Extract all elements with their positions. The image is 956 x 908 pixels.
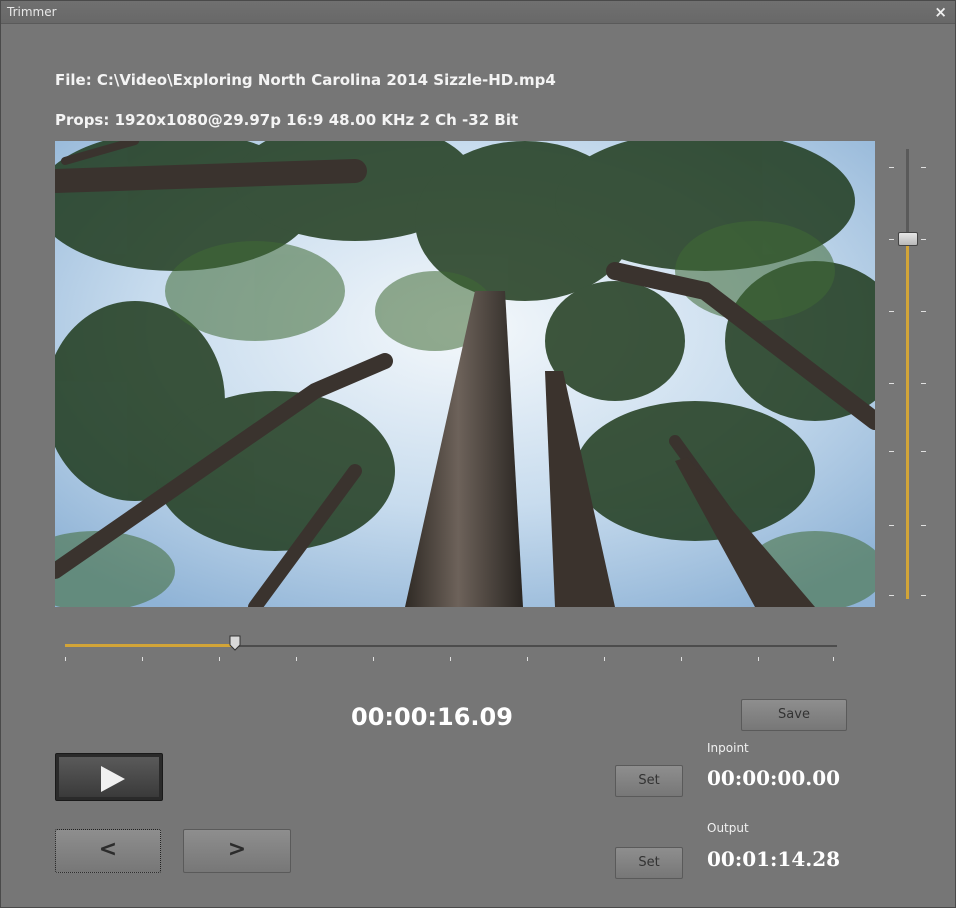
seek-slider-handle[interactable] bbox=[229, 635, 241, 651]
seek-tick bbox=[833, 657, 834, 661]
volume-tick bbox=[889, 595, 894, 596]
volume-tick bbox=[921, 167, 926, 168]
close-icon[interactable]: × bbox=[934, 1, 947, 23]
file-path-text: File: C:\Video\Exploring North Carolina … bbox=[55, 71, 556, 89]
volume-tick bbox=[889, 451, 894, 452]
volume-tick bbox=[921, 595, 926, 596]
seek-tick bbox=[219, 657, 220, 661]
output-timecode: 00:01:14.28 bbox=[707, 847, 841, 871]
trimmer-window: Trimmer × File: C:\Video\Exploring North… bbox=[0, 0, 956, 908]
volume-tick bbox=[889, 239, 894, 240]
volume-tick bbox=[921, 311, 926, 312]
seek-tick bbox=[142, 657, 143, 661]
volume-tick bbox=[889, 525, 894, 526]
seek-tick bbox=[296, 657, 297, 661]
next-frame-button[interactable]: > bbox=[183, 829, 291, 873]
volume-tick bbox=[921, 239, 926, 240]
volume-slider-handle[interactable] bbox=[898, 232, 918, 246]
seek-tick bbox=[373, 657, 374, 661]
save-button[interactable]: Save bbox=[741, 699, 847, 731]
play-button-face bbox=[59, 757, 159, 797]
volume-tick bbox=[921, 451, 926, 452]
current-timecode: 00:00:16.09 bbox=[351, 703, 513, 731]
volume-tick bbox=[921, 383, 926, 384]
video-frame-image bbox=[55, 141, 875, 607]
title-bar: Trimmer × bbox=[1, 1, 955, 24]
output-label: Output bbox=[707, 821, 749, 835]
seek-tick bbox=[527, 657, 528, 661]
volume-slider[interactable] bbox=[881, 149, 931, 599]
seek-tick bbox=[681, 657, 682, 661]
video-preview bbox=[55, 141, 875, 607]
volume-tick bbox=[889, 383, 894, 384]
file-props-text: Props: 1920x1080@29.97p 16:9 48.00 KHz 2… bbox=[55, 111, 519, 129]
seek-tick bbox=[758, 657, 759, 661]
seek-ticks bbox=[65, 657, 837, 667]
play-button[interactable] bbox=[55, 753, 163, 801]
play-icon bbox=[101, 766, 125, 792]
set-output-button[interactable]: Set bbox=[615, 847, 683, 879]
inpoint-timecode: 00:00:00.00 bbox=[707, 766, 841, 790]
seek-tick bbox=[604, 657, 605, 661]
window-title: Trimmer bbox=[7, 5, 57, 19]
volume-tick bbox=[889, 167, 894, 168]
seek-tick bbox=[65, 657, 66, 661]
volume-tick bbox=[921, 525, 926, 526]
set-inpoint-button[interactable]: Set bbox=[615, 765, 683, 797]
volume-level bbox=[906, 239, 909, 599]
seek-tick bbox=[450, 657, 451, 661]
inpoint-label: Inpoint bbox=[707, 741, 749, 755]
volume-tick bbox=[889, 311, 894, 312]
seek-progress bbox=[65, 644, 235, 647]
previous-frame-button[interactable]: < bbox=[55, 829, 161, 873]
